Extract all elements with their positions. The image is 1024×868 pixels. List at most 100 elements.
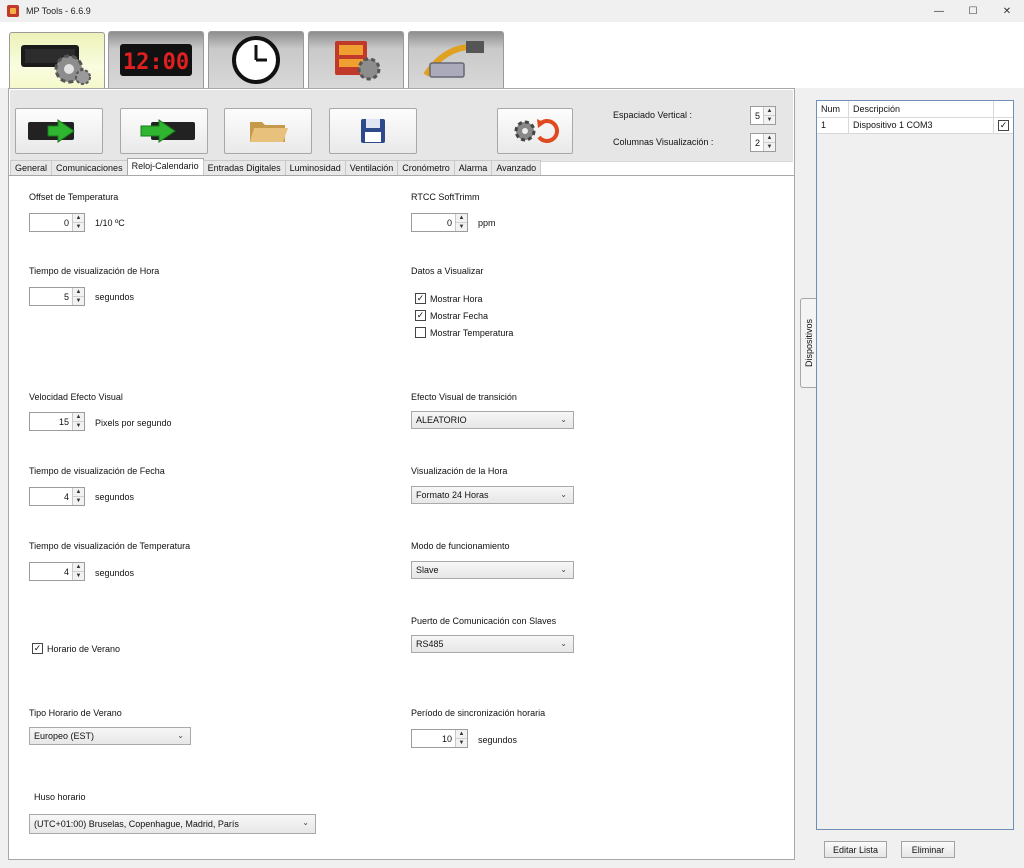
display-columns-spinner[interactable]: 2 ▲ ▼	[750, 133, 776, 152]
rtcc-softtrimm-value[interactable]: 0	[412, 218, 455, 228]
effect-speed-spinner[interactable]: 15 ▲ ▼	[29, 412, 85, 431]
timezone-select[interactable]: (UTC+01:00) Bruselas, Copenhague, Madrid…	[29, 814, 316, 834]
slave-port-value: RS485	[416, 639, 444, 649]
spin-down-icon[interactable]: ▼	[73, 422, 84, 430]
effect-speed-value[interactable]: 15	[30, 417, 72, 427]
rtcc-softtrimm-unit: ppm	[478, 218, 496, 228]
spin-down-icon[interactable]: ▼	[73, 223, 84, 231]
date-display-time-value[interactable]: 4	[30, 492, 72, 502]
tab-brightness[interactable]: Luminosidad	[284, 160, 346, 175]
close-button[interactable]: ✕	[990, 0, 1024, 22]
vertical-spacing-label: Espaciado Vertical :	[613, 110, 693, 120]
vertical-spacing-value[interactable]: 5	[751, 111, 763, 121]
rtcc-softtrimm-spinner[interactable]: 0 ▲ ▼	[411, 213, 468, 232]
hour-display-time-spinner[interactable]: 5 ▲ ▼	[29, 287, 85, 306]
tab-advanced[interactable]: Avanzado	[491, 160, 542, 175]
show-date-checkbox[interactable]: ✓ Mostrar Fecha	[415, 310, 488, 321]
operation-mode-select[interactable]: Slave ⌄	[411, 561, 574, 579]
chevron-down-icon: ⌄	[177, 731, 184, 740]
spin-up-icon[interactable]: ▲	[73, 563, 84, 572]
display-data-label: Datos a Visualizar	[411, 266, 484, 276]
dst-type-select[interactable]: Europeo (EST) ⌄	[29, 727, 191, 745]
temp-offset-unit: 1/10 ºC	[95, 218, 125, 228]
transition-effect-select[interactable]: ALEATORIO ⌄	[411, 411, 574, 429]
show-temp-checkbox-box[interactable]	[415, 327, 426, 338]
app-logo-icon	[7, 5, 19, 17]
dst-checkbox-box[interactable]: ✓	[32, 643, 43, 654]
display-columns-value[interactable]: 2	[751, 138, 763, 148]
date-display-time-unit: segundos	[95, 492, 135, 502]
spin-down-icon[interactable]: ▼	[456, 223, 467, 231]
hour-display-time-value[interactable]: 5	[30, 292, 72, 302]
show-date-checkbox-box[interactable]: ✓	[415, 310, 426, 321]
tab-connection[interactable]	[408, 31, 504, 88]
column-header-description[interactable]: Descripción	[849, 101, 994, 117]
show-hour-checkbox[interactable]: ✓ Mostrar Hora	[415, 293, 483, 304]
temp-display-time-spinner[interactable]: 4 ▲ ▼	[29, 562, 85, 581]
tab-ventilation[interactable]: Ventilación	[344, 160, 399, 175]
spin-down-icon[interactable]: ▼	[764, 143, 775, 151]
temp-offset-spinner[interactable]: 0 ▲ ▼	[29, 213, 85, 232]
devices-side-tab[interactable]: Dispositivos	[800, 298, 816, 388]
rtcc-softtrimm-label: RTCC SoftTrimm	[411, 192, 480, 202]
spin-down-icon[interactable]: ▼	[73, 497, 84, 505]
serial-cable-icon	[423, 41, 484, 78]
led-clock-icon: 12:00	[120, 44, 192, 76]
spin-down-icon[interactable]: ▼	[73, 572, 84, 580]
spin-up-icon[interactable]: ▲	[73, 288, 84, 297]
spin-up-icon[interactable]: ▲	[73, 214, 84, 223]
slave-port-select[interactable]: RS485 ⌄	[411, 635, 574, 653]
open-file-button[interactable]	[224, 108, 312, 154]
spin-up-icon[interactable]: ▲	[456, 214, 467, 223]
sync-period-value[interactable]: 10	[412, 734, 455, 744]
device-num-cell: 1	[817, 118, 849, 133]
vertical-spacing-spinner[interactable]: 5 ▲ ▼	[750, 106, 776, 125]
date-display-time-spinner[interactable]: 4 ▲ ▼	[29, 487, 85, 506]
tab-alarm[interactable]: Alarma	[453, 160, 493, 175]
window-controls: — ☐ ✕	[922, 0, 1024, 22]
transition-effect-label: Efecto Visual de transición	[411, 392, 517, 402]
read-device-button[interactable]	[15, 108, 103, 154]
dst-checkbox[interactable]: ✓ Horario de Verano	[32, 643, 120, 654]
spin-down-icon[interactable]: ▼	[73, 297, 84, 305]
hour-format-value: Formato 24 Horas	[416, 490, 489, 500]
show-temp-checkbox[interactable]: Mostrar Temperatura	[415, 327, 513, 338]
tab-communications[interactable]: Comunicaciones	[51, 160, 128, 175]
maximize-button[interactable]: ☐	[956, 0, 990, 22]
column-header-num[interactable]: Num	[817, 101, 849, 117]
tab-mp-tools[interactable]	[308, 31, 404, 88]
write-device-button[interactable]	[120, 108, 208, 154]
delete-button[interactable]: Eliminar	[901, 841, 955, 858]
temp-display-time-value[interactable]: 4	[30, 567, 72, 577]
operation-mode-value: Slave	[416, 565, 439, 575]
temp-offset-value[interactable]: 0	[30, 218, 72, 228]
spin-up-icon[interactable]: ▲	[73, 488, 84, 497]
tab-digital-inputs[interactable]: Entradas Digitales	[202, 160, 286, 175]
folder-open-icon	[250, 122, 288, 142]
tab-general[interactable]: General	[10, 160, 53, 175]
device-enabled-cell[interactable]: ✓	[994, 118, 1013, 133]
spin-up-icon[interactable]: ▲	[764, 107, 775, 116]
table-row[interactable]: 1 Dispositivo 1 COM3 ✓	[817, 118, 1013, 134]
spin-down-icon[interactable]: ▼	[764, 116, 775, 124]
spin-up-icon[interactable]: ▲	[73, 413, 84, 422]
reset-settings-button[interactable]	[497, 108, 573, 154]
spin-up-icon[interactable]: ▲	[456, 730, 467, 739]
tab-time[interactable]	[208, 31, 304, 88]
show-hour-checkbox-box[interactable]: ✓	[415, 293, 426, 304]
edit-list-button[interactable]: Editar Lista	[824, 841, 887, 858]
tab-clock-display[interactable]: 12:00	[108, 31, 204, 88]
timezone-label: Huso horario	[34, 792, 86, 802]
sync-period-spinner[interactable]: 10 ▲ ▼	[411, 729, 468, 748]
spin-down-icon[interactable]: ▼	[456, 739, 467, 747]
hour-display-time-unit: segundos	[95, 292, 135, 302]
spin-up-icon[interactable]: ▲	[764, 134, 775, 143]
tab-stopwatch[interactable]: Cronómetro	[397, 160, 455, 175]
hour-format-select[interactable]: Formato 24 Horas ⌄	[411, 486, 574, 504]
minimize-button[interactable]: —	[922, 0, 956, 22]
device-enabled-checkbox[interactable]: ✓	[998, 120, 1009, 131]
save-file-button[interactable]	[329, 108, 417, 154]
chevron-down-icon: ⌄	[302, 818, 309, 827]
tab-clock-calendar[interactable]: Reloj-Calendario	[126, 158, 204, 175]
tab-display-settings[interactable]	[9, 32, 105, 90]
